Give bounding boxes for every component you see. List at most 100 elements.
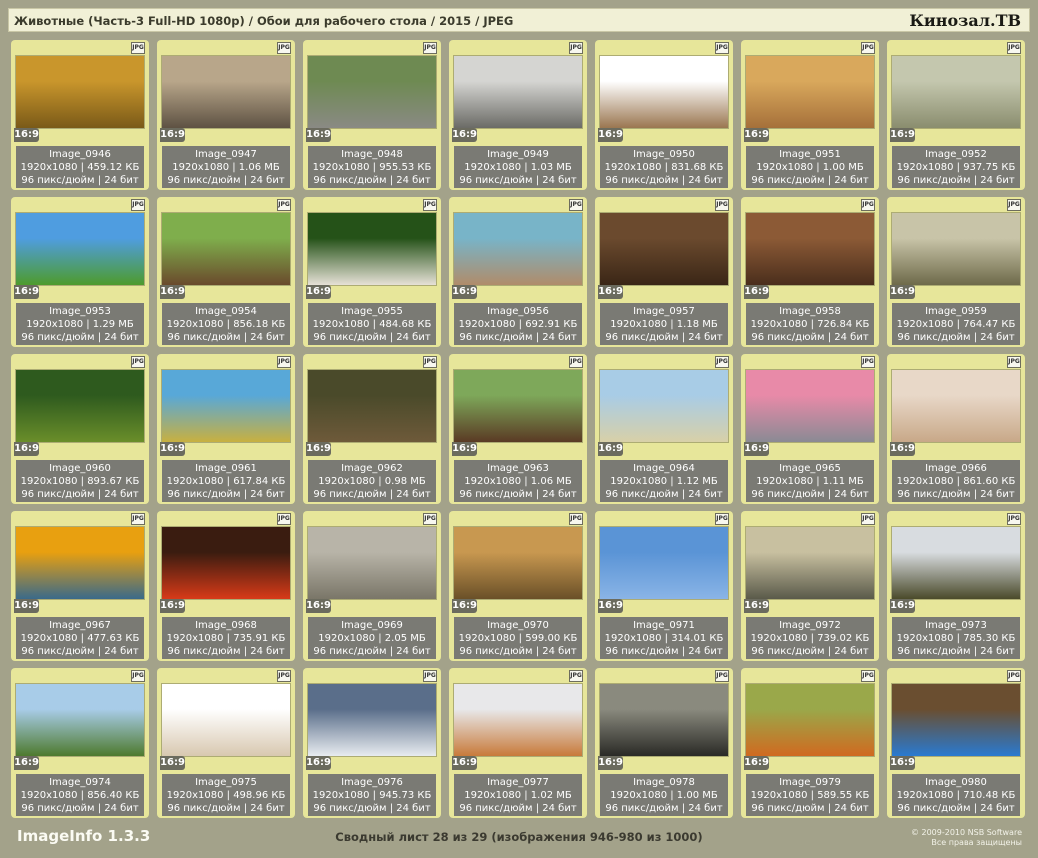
image-dimensions-size: 1920x1080 | 785.30 КБ xyxy=(896,633,1016,644)
thumbnail-image[interactable] xyxy=(454,213,582,285)
thumbnail-image[interactable] xyxy=(162,213,290,285)
thumbnail-tile[interactable]: JPG 16:9 Image_0959 1920x1080 | 764.47 КБ 96… xyxy=(887,197,1025,347)
thumbnail-image[interactable] xyxy=(600,527,728,599)
thumbnail-info: Image_0955 1920x1080 | 484.68 КБ 96 пикс/д… xyxy=(308,303,436,345)
thumbnail-tile[interactable]: JPG 16:9 Image_0952 1920x1080 | 937.75 КБ 96… xyxy=(887,40,1025,190)
thumbnail-image[interactable] xyxy=(600,213,728,285)
thumbnail-tile[interactable]: JPG 16:9 Image_0963 1920x1080 | 1.06 МБ 96 п… xyxy=(449,354,587,504)
thumbnail-image[interactable] xyxy=(892,684,1020,756)
image-dimensions-size: 1920x1080 | 1.02 МБ xyxy=(464,790,572,801)
thumbnail-image[interactable] xyxy=(454,684,582,756)
thumbnail-info: Image_0948 1920x1080 | 955.53 КБ 96 пикс/д… xyxy=(308,146,436,188)
thumbnail-image[interactable] xyxy=(162,684,290,756)
image-dimensions-size: 1920x1080 | 856.40 КБ xyxy=(20,790,140,801)
thumbnail-image[interactable] xyxy=(16,56,144,128)
thumbnail-tile[interactable]: JPG 16:9 Image_0951 1920x1080 | 1.00 МБ 96 п… xyxy=(741,40,879,190)
thumbnail-tile[interactable]: JPG 16:9 Image_0974 1920x1080 | 856.40 КБ 96… xyxy=(11,668,149,818)
thumbnail-tile[interactable]: JPG 16:9 Image_0956 1920x1080 | 692.91 КБ 96… xyxy=(449,197,587,347)
jpg-format-icon: JPG xyxy=(715,513,729,525)
thumbnail-tile[interactable]: JPG 16:9 Image_0949 1920x1080 | 1.03 МБ 96 п… xyxy=(449,40,587,190)
thumbnail-tile[interactable]: JPG 16:9 Image_0972 1920x1080 | 739.02 КБ 96… xyxy=(741,511,879,661)
image-dpi-depth: 96 пикс/дюйм | 24 бит xyxy=(897,646,1015,657)
thumbnail-image[interactable] xyxy=(454,527,582,599)
thumbnail-image[interactable] xyxy=(162,370,290,442)
thumbnail-tile[interactable]: JPG 16:9 Image_0966 1920x1080 | 861.60 КБ 96… xyxy=(887,354,1025,504)
thumbnail-image[interactable] xyxy=(892,370,1020,442)
thumbnail-tile[interactable]: JPG 16:9 Image_0970 1920x1080 | 599.00 КБ 96… xyxy=(449,511,587,661)
thumbnail-tile[interactable]: JPG 16:9 Image_0971 1920x1080 | 314.01 КБ 96… xyxy=(595,511,733,661)
thumbnail-tile[interactable]: JPG 16:9 Image_0955 1920x1080 | 484.68 КБ 96… xyxy=(303,197,441,347)
image-name: Image_0966 xyxy=(925,463,987,474)
thumbnail-image[interactable] xyxy=(16,684,144,756)
thumbnail-tile[interactable]: JPG 16:9 Image_0961 1920x1080 | 617.84 КБ 96… xyxy=(157,354,295,504)
thumbnail-info: Image_0951 1920x1080 | 1.00 МБ 96 пикс/дюй… xyxy=(746,146,874,188)
thumbnail-info: Image_0963 1920x1080 | 1.06 МБ 96 пикс/дюй… xyxy=(454,460,582,502)
thumbnail-image[interactable] xyxy=(600,684,728,756)
thumbnail-tile[interactable]: JPG 16:9 Image_0979 1920x1080 | 589.55 КБ 96… xyxy=(741,668,879,818)
thumbnail-info: Image_0946 1920x1080 | 459.12 КБ 96 пикс/д… xyxy=(16,146,144,188)
aspect-ratio-badge: 16:9 xyxy=(890,756,915,770)
image-name: Image_0965 xyxy=(779,463,841,474)
thumbnail-image[interactable] xyxy=(600,56,728,128)
thumbnail-image[interactable] xyxy=(16,370,144,442)
thumbnail-tile[interactable]: JPG 16:9 Image_0954 1920x1080 | 856.18 КБ 96… xyxy=(157,197,295,347)
thumbnail-image[interactable] xyxy=(746,56,874,128)
thumbnail-tile[interactable]: JPG 16:9 Image_0976 1920x1080 | 945.73 КБ 96… xyxy=(303,668,441,818)
thumbnail-image[interactable] xyxy=(162,56,290,128)
thumbnail-tile[interactable]: JPG 16:9 Image_0978 1920x1080 | 1.00 МБ 96 п… xyxy=(595,668,733,818)
thumbnail-tile[interactable]: JPG 16:9 Image_0980 1920x1080 | 710.48 КБ 96… xyxy=(887,668,1025,818)
thumbnail-tile[interactable]: JPG 16:9 Image_0968 1920x1080 | 735.91 КБ 96… xyxy=(157,511,295,661)
thumbnail-tile[interactable]: JPG 16:9 Image_0957 1920x1080 | 1.18 МБ 96 п… xyxy=(595,197,733,347)
thumbnail-image[interactable] xyxy=(892,527,1020,599)
thumbnail-tile[interactable]: JPG 16:9 Image_0975 1920x1080 | 498.96 КБ 96… xyxy=(157,668,295,818)
image-dpi-depth: 96 пикс/дюйм | 24 бит xyxy=(21,175,139,186)
thumbnail-info: Image_0970 1920x1080 | 599.00 КБ 96 пикс/д… xyxy=(454,617,582,659)
thumbnail-tile[interactable]: JPG 16:9 Image_0967 1920x1080 | 477.63 КБ 96… xyxy=(11,511,149,661)
jpg-format-icon: JPG xyxy=(423,670,437,682)
thumbnail-tile[interactable]: JPG 16:9 Image_0950 1920x1080 | 831.68 КБ 96… xyxy=(595,40,733,190)
jpg-format-icon: JPG xyxy=(861,670,875,682)
thumbnail-image[interactable] xyxy=(746,684,874,756)
aspect-ratio-badge: 16:9 xyxy=(744,599,769,613)
thumbnail-tile[interactable]: JPG 16:9 Image_0953 1920x1080 | 1.29 МБ 96 п… xyxy=(11,197,149,347)
thumbnail-image[interactable] xyxy=(746,370,874,442)
jpg-format-icon: JPG xyxy=(715,42,729,54)
thumbnail-info: Image_0953 1920x1080 | 1.29 МБ 96 пикс/дюй… xyxy=(16,303,144,345)
thumbnail-image[interactable] xyxy=(16,213,144,285)
thumbnail-info: Image_0954 1920x1080 | 856.18 КБ 96 пикс/д… xyxy=(162,303,290,345)
image-dimensions-size: 1920x1080 | 589.55 КБ xyxy=(750,790,870,801)
thumbnail-tile[interactable]: JPG 16:9 Image_0948 1920x1080 | 955.53 КБ 96… xyxy=(303,40,441,190)
image-name: Image_0961 xyxy=(195,463,257,474)
thumbnail-image[interactable] xyxy=(454,56,582,128)
thumbnail-image[interactable] xyxy=(308,684,436,756)
thumbnail-tile[interactable]: JPG 16:9 Image_0977 1920x1080 | 1.02 МБ 96 п… xyxy=(449,668,587,818)
thumbnail-image[interactable] xyxy=(162,527,290,599)
thumbnail-image[interactable] xyxy=(308,56,436,128)
thumbnail-tile[interactable]: JPG 16:9 Image_0964 1920x1080 | 1.12 МБ 96 п… xyxy=(595,354,733,504)
thumbnail-tile[interactable]: JPG 16:9 Image_0969 1920x1080 | 2.05 МБ 96 п… xyxy=(303,511,441,661)
thumbnail-image[interactable] xyxy=(600,370,728,442)
thumbnail-image[interactable] xyxy=(308,213,436,285)
thumbnail-tile[interactable]: JPG 16:9 Image_0962 1920x1080 | 0.98 МБ 96 п… xyxy=(303,354,441,504)
jpg-format-icon: JPG xyxy=(1007,513,1021,525)
thumbnail-image[interactable] xyxy=(308,527,436,599)
thumbnail-image[interactable] xyxy=(892,213,1020,285)
thumbnail-tile[interactable]: JPG 16:9 Image_0958 1920x1080 | 726.84 КБ 96… xyxy=(741,197,879,347)
thumbnail-image[interactable] xyxy=(892,56,1020,128)
thumbnail-image[interactable] xyxy=(746,213,874,285)
thumbnail-tile[interactable]: JPG 16:9 Image_0947 1920x1080 | 1.06 МБ 96 п… xyxy=(157,40,295,190)
image-dimensions-size: 1920x1080 | 856.18 КБ xyxy=(166,319,286,330)
thumbnail-image[interactable] xyxy=(746,527,874,599)
image-dimensions-size: 1920x1080 | 692.91 КБ xyxy=(458,319,578,330)
image-dpi-depth: 96 пикс/дюйм | 24 бит xyxy=(459,175,577,186)
thumbnail-tile[interactable]: JPG 16:9 Image_0973 1920x1080 | 785.30 КБ 96… xyxy=(887,511,1025,661)
thumbnail-tile[interactable]: JPG 16:9 Image_0946 1920x1080 | 459.12 КБ 96… xyxy=(11,40,149,190)
thumbnail-tile[interactable]: JPG 16:9 Image_0960 1920x1080 | 893.67 КБ 96… xyxy=(11,354,149,504)
jpg-format-icon: JPG xyxy=(423,513,437,525)
thumbnail-image[interactable] xyxy=(16,527,144,599)
thumbnail-tile[interactable]: JPG 16:9 Image_0965 1920x1080 | 1.11 МБ 96 п… xyxy=(741,354,879,504)
thumbnail-image[interactable] xyxy=(308,370,436,442)
header-bar: Животные (Часть-3 Full-HD 1080p) / Обои … xyxy=(8,8,1030,32)
image-name: Image_0948 xyxy=(341,149,403,160)
thumbnail-image[interactable] xyxy=(454,370,582,442)
